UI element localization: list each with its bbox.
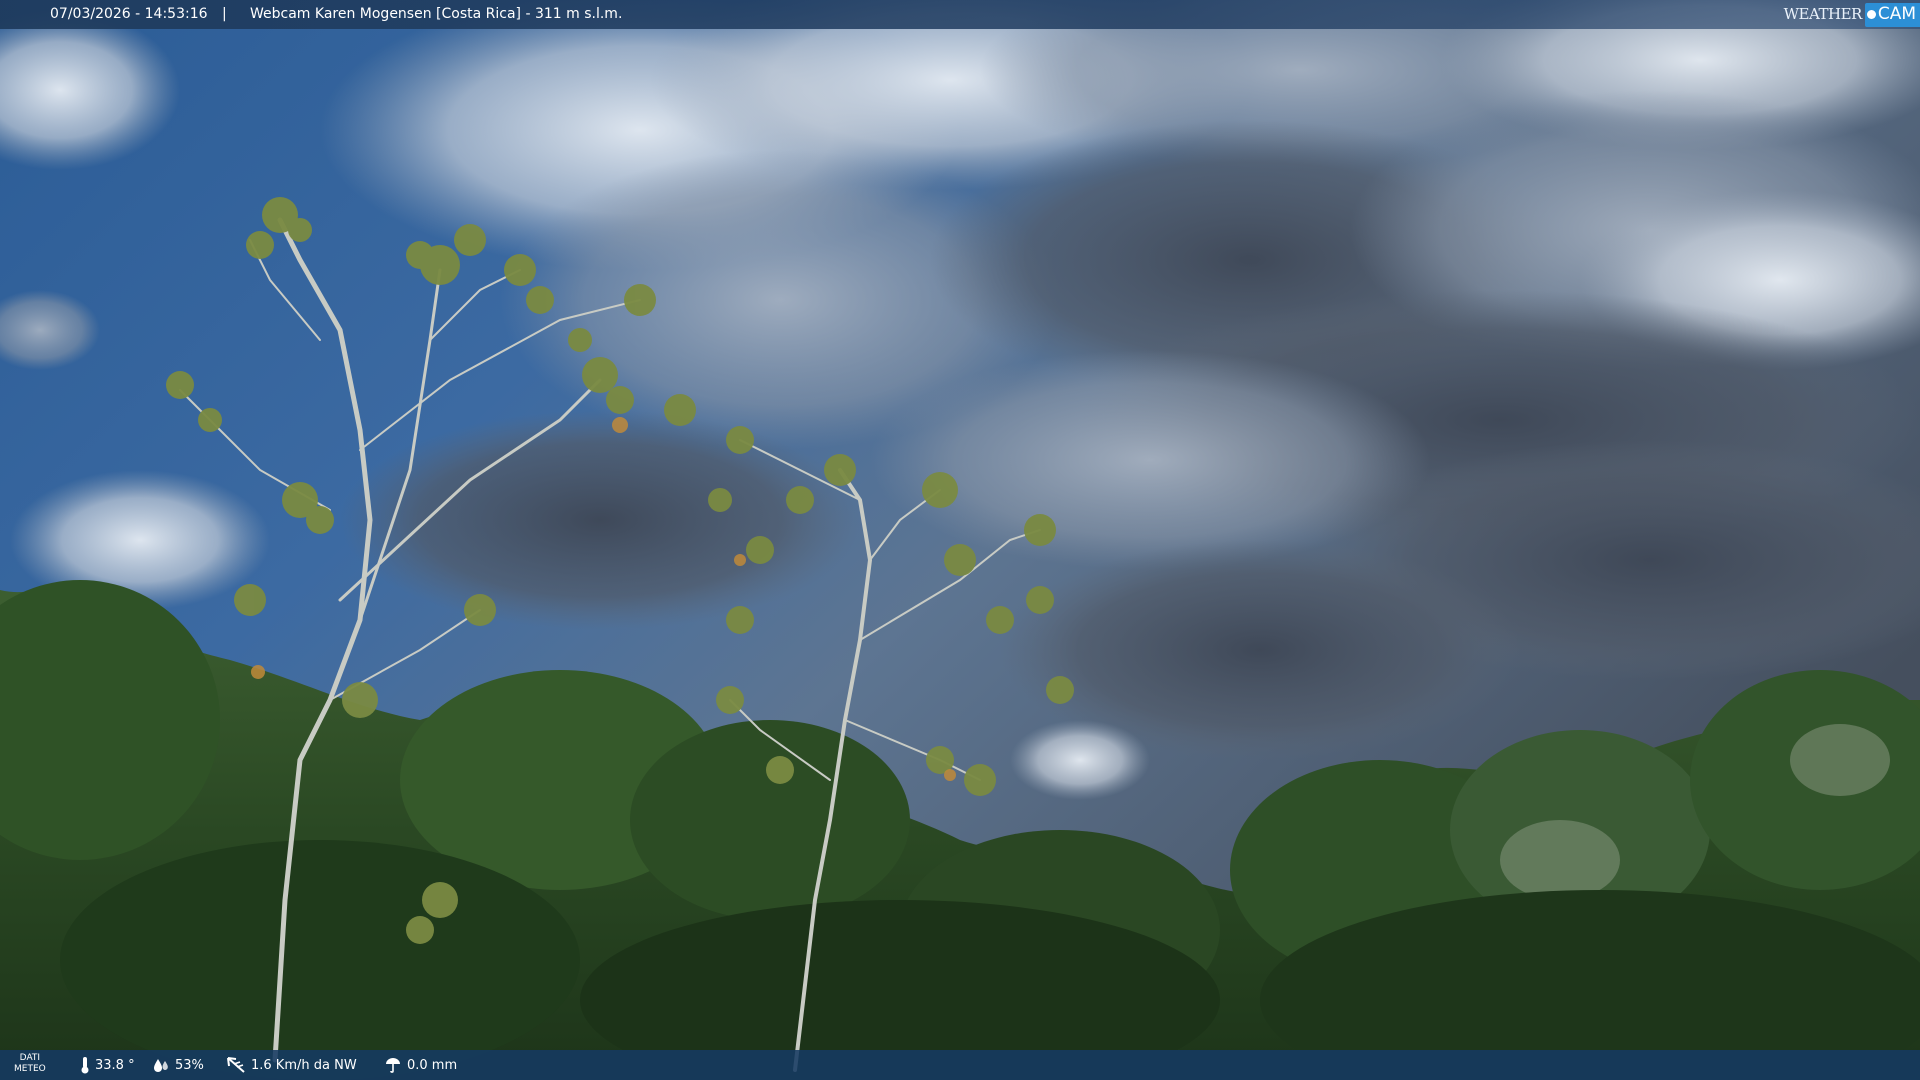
top-info-bar: 07/03/2026 - 14:53:16 | Webcam Karen Mog… bbox=[0, 0, 1920, 29]
wind-icon bbox=[227, 1057, 245, 1073]
logo-cam-box: CAM bbox=[1864, 2, 1920, 27]
temperature-reading: 33.8 ° bbox=[80, 1050, 135, 1080]
meteo-label: DATI METEO bbox=[14, 1053, 46, 1075]
weathercam-logo: WEATHER CAM bbox=[1784, 0, 1920, 29]
meteo-data-bar: DATI METEO 33.8 ° 53% 1.6 Km/h da NW 0.0… bbox=[0, 1050, 1920, 1080]
separator: | bbox=[222, 6, 227, 22]
rain-value: 0.0 mm bbox=[407, 1057, 458, 1073]
meteo-label-line2: METEO bbox=[14, 1064, 46, 1074]
humidity-reading: 53% bbox=[152, 1050, 204, 1080]
webcam-frame: 07/03/2026 - 14:53:16 | Webcam Karen Mog… bbox=[0, 0, 1920, 1080]
timestamp: 07/03/2026 - 14:53:16 bbox=[50, 6, 208, 22]
wind-value: 1.6 Km/h da NW bbox=[251, 1057, 357, 1073]
webcam-title: Webcam Karen Mogensen [Costa Rica] - 311… bbox=[250, 6, 623, 22]
logo-dot-icon bbox=[1866, 10, 1876, 19]
rain-reading: 0.0 mm bbox=[384, 1050, 457, 1080]
logo-cam-text: CAM bbox=[1877, 4, 1916, 24]
humidity-value: 53% bbox=[175, 1057, 204, 1073]
rain-icon bbox=[386, 1058, 400, 1073]
thermometer-icon bbox=[81, 1057, 89, 1074]
meteo-label-line1: DATI bbox=[19, 1053, 41, 1063]
humidity-icon bbox=[154, 1059, 168, 1072]
logo-weather-text: WEATHER bbox=[1783, 5, 1863, 23]
wind-reading: 1.6 Km/h da NW bbox=[226, 1050, 357, 1080]
temperature-value: 33.8 ° bbox=[95, 1057, 135, 1073]
webcam-image bbox=[0, 0, 1920, 1080]
